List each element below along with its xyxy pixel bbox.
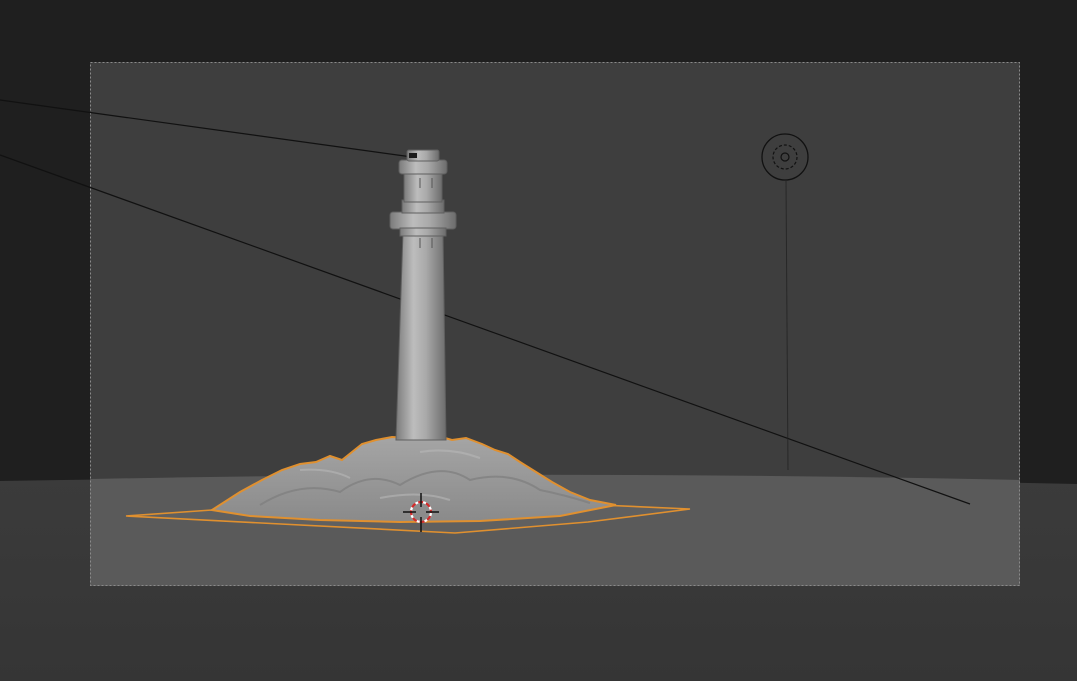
3d-viewport[interactable]: [0, 0, 1077, 681]
lighthouse-window: [409, 153, 417, 158]
viewport-canvas[interactable]: [0, 0, 1077, 681]
lighthouse-gallery-bottom: [399, 227, 447, 237]
lighthouse-gallery-ring: [389, 211, 457, 230]
lighthouse-lantern-body: [403, 169, 443, 203]
lighthouse-lantern-ring: [398, 159, 448, 175]
lighthouse-tower[interactable]: [395, 231, 447, 441]
